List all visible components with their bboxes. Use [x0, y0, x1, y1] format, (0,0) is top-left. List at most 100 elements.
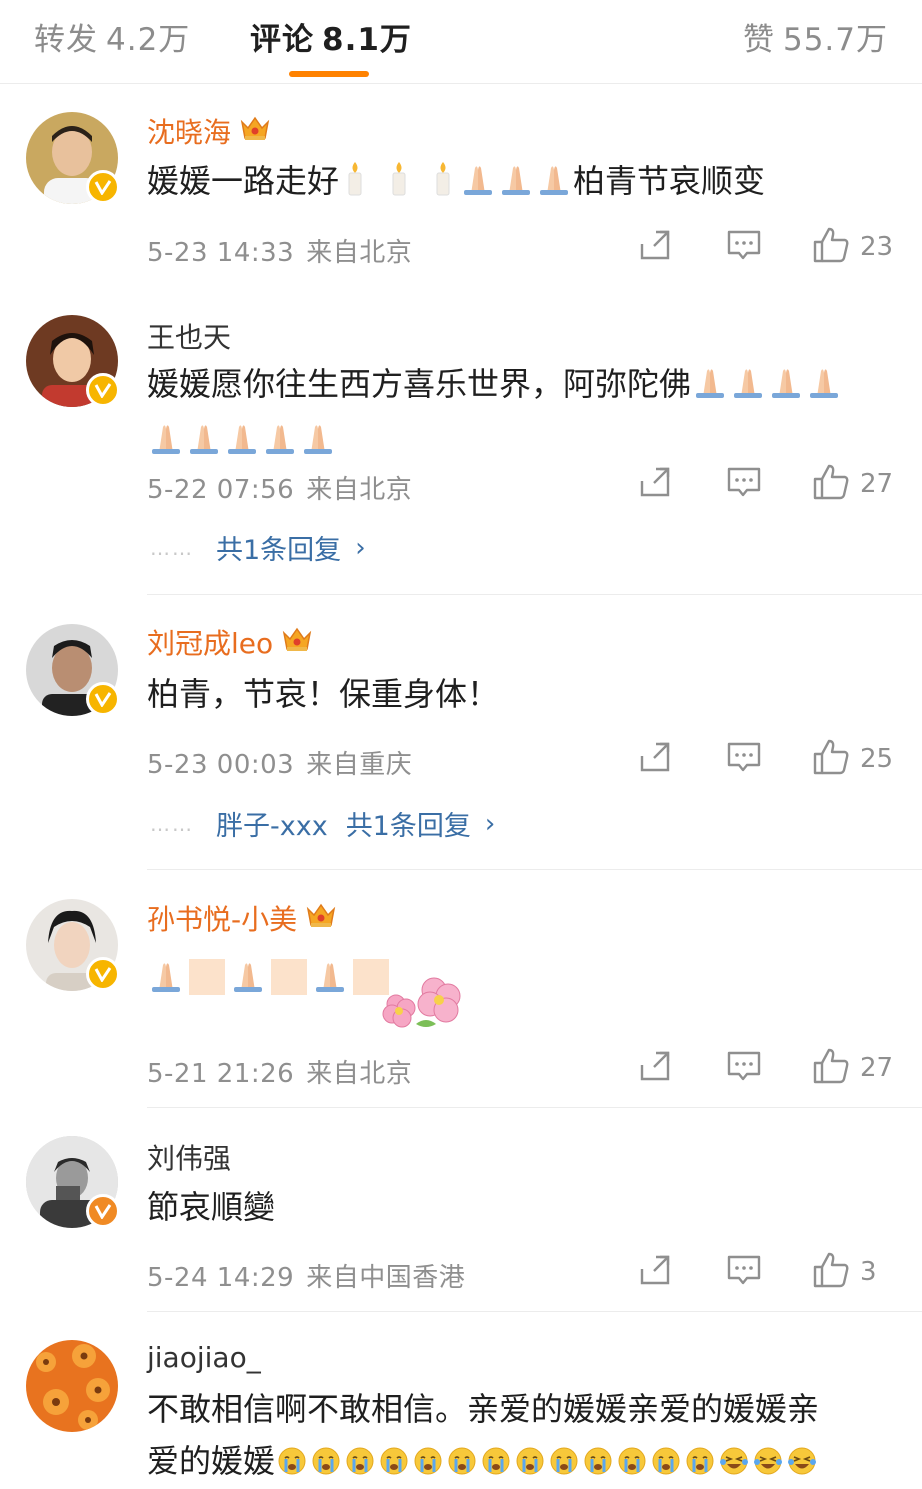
- comment-actions: 27: [638, 1047, 894, 1089]
- tab-comment[interactable]: 评论 8.1万: [250, 14, 412, 59]
- comment-actions: 27: [638, 463, 894, 505]
- chevron-right-icon: ›: [484, 808, 496, 839]
- thumbs-up-icon[interactable]: [812, 1047, 850, 1089]
- thumbs-up-icon[interactable]: [812, 738, 850, 780]
- view-replies-link[interactable]: …… 胖子-xxx 共1条回复 ›: [150, 804, 495, 843]
- pray-icon: [313, 956, 347, 1008]
- commenter-name[interactable]: 孙书悦-小美: [147, 898, 337, 938]
- divider: [147, 594, 922, 595]
- tab-bar: 转发 4.2万 评论 8.1万 赞 55.7万: [0, 0, 922, 84]
- comment-text: 媛媛一路走好 柏青节哀顺变: [147, 155, 887, 211]
- crying-face-icon: [345, 1439, 375, 1489]
- commenter-name[interactable]: jiaojiao_: [147, 1341, 261, 1374]
- tab-repost[interactable]: 转发 4.2万: [34, 14, 190, 59]
- crown-icon: [239, 114, 271, 149]
- verified-badge-icon: [86, 1194, 120, 1228]
- crying-face-icon: [583, 1439, 613, 1489]
- comment-actions: 3: [638, 1251, 894, 1293]
- share-icon[interactable]: [638, 1253, 672, 1291]
- placeholder-emoji-tile: [189, 959, 225, 995]
- tab-repost-count: 4.2万: [106, 22, 191, 58]
- comment-text-part: 節哀順變: [147, 1188, 276, 1226]
- share-icon[interactable]: [638, 740, 672, 778]
- crying-face-icon: [481, 1439, 511, 1489]
- share-icon[interactable]: [638, 1049, 672, 1087]
- candle-icon: [341, 159, 369, 211]
- commenter-name-text: jiaojiao_: [147, 1341, 261, 1374]
- crown-icon: [281, 625, 313, 660]
- verified-badge-icon: [86, 170, 120, 204]
- verified-badge-icon: [86, 682, 120, 716]
- thumbs-up-icon[interactable]: [812, 226, 850, 268]
- pray-icon: [231, 956, 265, 1008]
- like-count: 23: [860, 232, 894, 262]
- emoji-row: [275, 1442, 819, 1480]
- comment-icon[interactable]: [726, 1048, 762, 1088]
- comment-actions: 25: [638, 738, 894, 780]
- divider: [147, 869, 922, 870]
- comment-icon[interactable]: [726, 739, 762, 779]
- comment-location: 来自北京: [306, 475, 413, 505]
- pray-icon: [301, 418, 335, 470]
- tab-comment-count: 8.1万: [322, 22, 412, 58]
- chevron-right-icon: ›: [355, 532, 366, 563]
- commenter-name[interactable]: 王也天: [147, 316, 231, 356]
- comment-actions: 23: [638, 226, 894, 268]
- comment-text: 媛媛愿你往生西方喜乐世界，阿弥陀佛: [147, 358, 887, 470]
- commenter-name[interactable]: 沈晓海: [147, 111, 271, 151]
- verified-badge-icon: [86, 957, 120, 991]
- commenter-name-text: 沈晓海: [147, 116, 232, 149]
- crying-face-icon: [685, 1439, 715, 1489]
- comment-meta: 5-24 14:29 来自中国香港: [147, 1257, 465, 1294]
- like-count: 27: [860, 1053, 894, 1083]
- comment-text-part: 媛媛愿你往生西方喜乐世界，阿弥陀佛: [147, 365, 692, 403]
- commenter-name-text: 刘冠成leo: [147, 627, 274, 660]
- share-icon[interactable]: [638, 465, 672, 503]
- comment-text-part: 柏青，节哀！保重身体！: [147, 675, 500, 713]
- comment-icon[interactable]: [726, 464, 762, 504]
- tab-repost-label: 转发: [34, 22, 98, 58]
- comment-text-part: 柏青节哀顺变: [573, 162, 766, 200]
- reply-dots: ……: [150, 811, 194, 836]
- verified-badge-icon: [86, 373, 120, 407]
- comment-icon[interactable]: [726, 227, 762, 267]
- comment-location: 来自中国香港: [306, 1263, 466, 1293]
- comment-text: 不敢相信啊不敢相信。亲爱的媛媛亲爱的媛媛亲 爱的媛媛: [147, 1383, 887, 1489]
- avatar[interactable]: [26, 1340, 118, 1432]
- divider: [147, 1107, 922, 1108]
- comment-location: 来自重庆: [306, 750, 413, 780]
- thumbs-up-icon[interactable]: [812, 463, 850, 505]
- view-replies-link[interactable]: …… 共1条回复 ›: [150, 528, 366, 567]
- comment-location: 来自北京: [306, 238, 413, 268]
- placeholder-emoji-tile: [271, 959, 307, 995]
- like-count: 25: [860, 744, 894, 774]
- laugh-crying-face-icon: [753, 1439, 783, 1489]
- reply-dots: ……: [150, 535, 194, 560]
- reply-username[interactable]: 胖子-xxx: [216, 804, 328, 843]
- crying-face-icon: [549, 1439, 579, 1489]
- commenter-name[interactable]: 刘冠成leo: [147, 622, 313, 662]
- crying-face-icon: [413, 1439, 443, 1489]
- laugh-crying-face-icon: [719, 1439, 749, 1489]
- like-count: 3: [860, 1257, 877, 1287]
- like-count: 27: [860, 469, 894, 499]
- comment-text-part: 爱的媛媛: [147, 1442, 276, 1480]
- commenter-name[interactable]: 刘伟强: [147, 1137, 231, 1177]
- active-tab-indicator: [289, 71, 369, 77]
- crying-face-icon: [447, 1439, 477, 1489]
- pray-icon: [537, 159, 571, 211]
- tab-like[interactable]: 赞 55.7万: [743, 14, 888, 59]
- comment-meta: 5-23 14:33 来自北京: [147, 232, 412, 269]
- thumbs-up-icon[interactable]: [812, 1251, 850, 1293]
- tab-like-label: 赞: [742, 22, 775, 58]
- pray-icon: [807, 362, 841, 414]
- candle-icon: [429, 159, 457, 211]
- comment-time: 5-23 14:33: [147, 238, 295, 268]
- tab-comment-label: 评论: [250, 22, 314, 58]
- commenter-name-text: 王也天: [147, 321, 232, 354]
- share-icon[interactable]: [638, 228, 672, 266]
- comment-icon[interactable]: [726, 1252, 762, 1292]
- reply-count-label: 共1条回复: [216, 535, 342, 566]
- pray-icon: [149, 418, 183, 470]
- flower-sticker-icon: [376, 972, 468, 1036]
